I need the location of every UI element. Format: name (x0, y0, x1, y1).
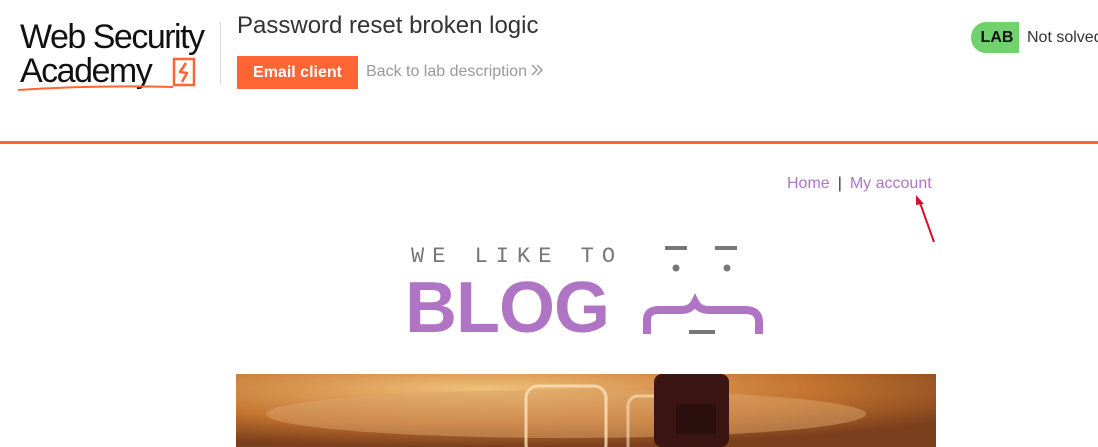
back-link-label: Back to lab description (366, 63, 527, 80)
email-client-button[interactable]: Email client (237, 56, 358, 89)
logo-line-1: Web Security (20, 18, 205, 56)
web-security-academy-logo[interactable]: Web Security Academy (18, 18, 218, 92)
nav-home-link[interactable]: Home (787, 175, 830, 192)
blog-hero-image (236, 374, 936, 447)
lab-title: Password reset broken logic (237, 12, 539, 39)
header-orange-rule (0, 141, 1098, 144)
nav-separator: | (837, 175, 842, 192)
nav-my-account-link[interactable]: My account (850, 175, 932, 192)
lab-status-state: Not solved (1019, 22, 1098, 53)
blog-logo-word: BLOG (405, 268, 610, 348)
lab-header: Web Security Academy Password reset brok… (0, 0, 1098, 144)
blog-logo-tagline: WE LIKE TO (411, 244, 624, 269)
header-divider (220, 22, 221, 84)
blog-face-icon (643, 246, 763, 334)
hero-photo-illustration (236, 374, 936, 447)
lab-status-badge: LAB Not solved (971, 22, 1098, 53)
double-chevron-right-icon (531, 63, 543, 81)
we-like-to-blog-logo: WE LIKE TO BLOG (405, 240, 775, 344)
red-arrow-icon (916, 195, 935, 243)
lab-status-tag: LAB (971, 22, 1019, 53)
logo-underline (18, 85, 174, 91)
blog-top-nav: Home | My account (787, 175, 932, 193)
back-to-lab-description-link[interactable]: Back to lab description (366, 63, 543, 81)
